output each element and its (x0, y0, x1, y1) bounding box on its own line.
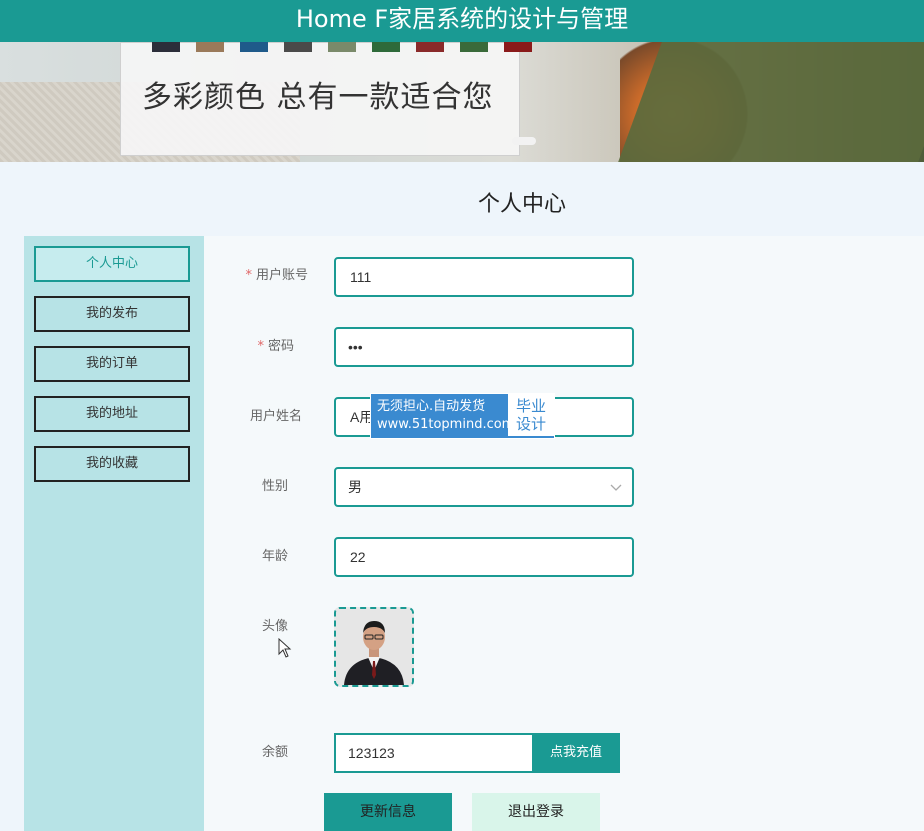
banner-cushion-image (614, 42, 924, 162)
banner-slogan: 多彩颜色 总有一款适合您 (142, 80, 494, 115)
age-input[interactable] (348, 548, 612, 566)
sidebar: 个人中心 我的发布 我的订单 我的地址 我的收藏 (24, 236, 204, 831)
watermark-badge-line2: 设计 (515, 415, 546, 433)
page-title: 个人中心 (477, 192, 566, 217)
color-swatch (328, 42, 356, 52)
sidebar-item-profile[interactable]: 个人中心 (34, 246, 190, 282)
banner-carousel[interactable]: 多彩颜色 总有一款适合您 (0, 42, 924, 162)
avatar-label: 头像 (261, 619, 288, 634)
color-swatches (152, 42, 532, 52)
balance-field[interactable]: 123123 (334, 733, 534, 773)
balance-label: 余额 (261, 745, 288, 760)
password-label: * 密码 (194, 337, 294, 357)
account-label-text: 用户账号 (255, 268, 308, 283)
color-swatch (284, 42, 312, 52)
password-label-text: 密码 (267, 339, 294, 354)
watermark-text: 无须担心.自动发货 www.51topmind.com (371, 394, 515, 438)
avatar-image (336, 609, 412, 685)
gender-label: 性别 (261, 479, 288, 494)
watermark-badge: 无须担心.自动发货 www.51topmind.com 毕业 设计 (370, 393, 555, 439)
password-field[interactable]: ••• (334, 327, 634, 367)
chevron-down-icon[interactable] (610, 469, 622, 519)
sidebar-item-my-favorites[interactable]: 我的收藏 (34, 446, 190, 482)
logout-button[interactable]: 退出登录 (472, 793, 600, 831)
color-swatch (240, 42, 268, 52)
gender-select[interactable]: 男 (334, 467, 634, 507)
carousel-indicator[interactable] (512, 137, 536, 145)
avatar-upload[interactable] (334, 607, 414, 687)
required-mark: * (257, 339, 264, 354)
color-swatch (196, 42, 224, 52)
color-swatch (152, 42, 180, 52)
sidebar-item-my-orders[interactable]: 我的订单 (34, 346, 190, 382)
mouse-cursor-icon (278, 637, 292, 658)
update-info-button[interactable]: 更新信息 (324, 793, 452, 831)
required-mark: * (245, 268, 252, 283)
account-label: * 用户账号 (208, 266, 308, 286)
color-swatch (372, 42, 400, 52)
watermark-badge-line1: 毕业 (515, 397, 546, 415)
color-swatch (416, 42, 444, 52)
password-input[interactable]: ••• (348, 339, 363, 355)
watermark-badge-box: 毕业 设计 (508, 394, 554, 436)
sidebar-item-my-posts[interactable]: 我的发布 (34, 296, 190, 332)
gender-selected-value: 男 (348, 479, 362, 495)
watermark-line1: 无须担心.自动发货 (377, 399, 486, 414)
age-label: 年龄 (261, 549, 288, 564)
watermark-line2: www.51topmind.com (377, 417, 515, 432)
app-title: Home F家居系统的设计与管理 (0, 0, 924, 42)
account-field[interactable] (334, 257, 634, 297)
color-swatch (504, 42, 532, 52)
name-label: 用户姓名 (249, 409, 302, 424)
color-swatch (460, 42, 488, 52)
age-field[interactable] (334, 537, 634, 577)
sidebar-item-my-address[interactable]: 我的地址 (34, 396, 190, 432)
recharge-button[interactable]: 点我充值 (532, 733, 620, 773)
account-input[interactable] (348, 268, 612, 286)
